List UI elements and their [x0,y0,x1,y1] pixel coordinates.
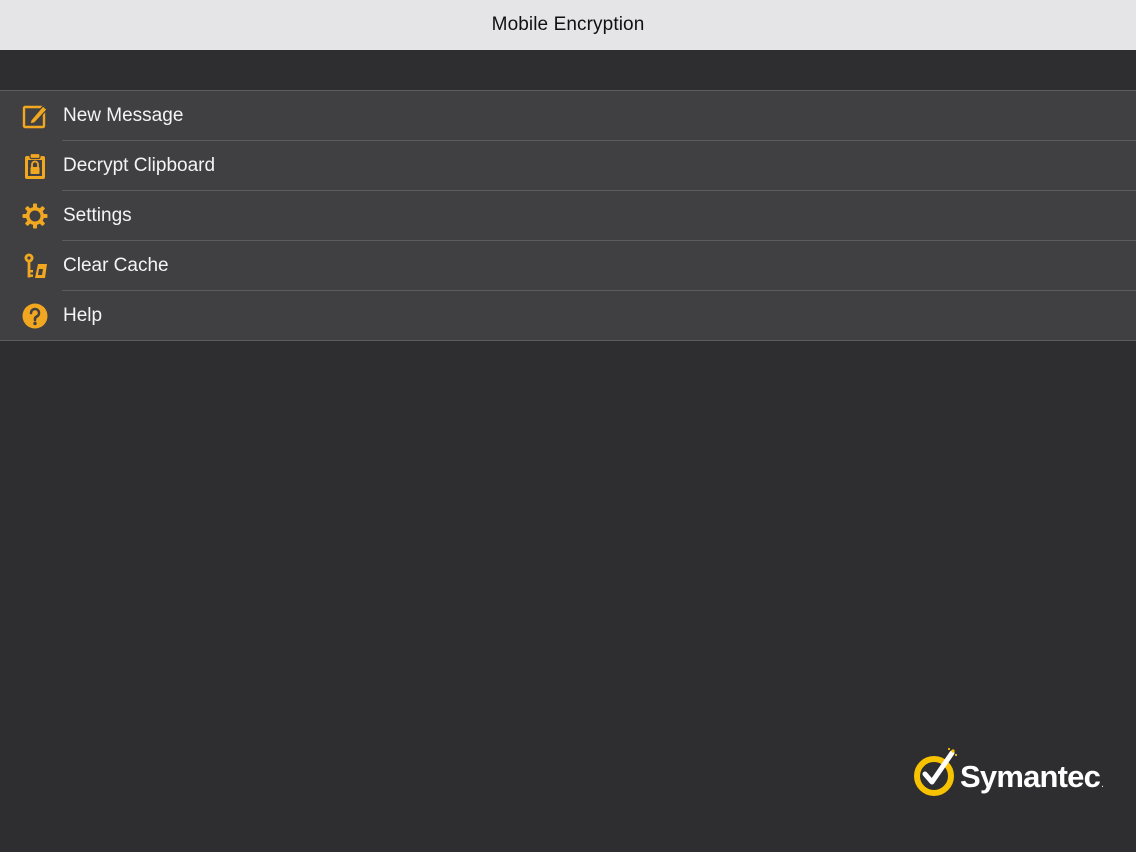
menu-item-label: Decrypt Clipboard [63,154,216,176]
menu-item-label: Clear Cache [63,254,169,276]
page-title: Mobile Encryption [491,14,645,35]
broom-key-icon [21,252,49,280]
menu-item-new-message[interactable]: New Message [0,91,1136,140]
brand-trademark-dot: . [1101,778,1104,790]
menu-item-label: Settings [63,204,132,226]
menu-item-decrypt-clipboard[interactable]: Decrypt Clipboard [0,140,1136,190]
menu-item-label: New Message [63,104,184,126]
compose-icon [21,102,49,130]
menu-item-settings[interactable]: Settings [0,190,1136,240]
menu-item-label: Help [63,304,103,326]
symantec-logo: Symantec . [912,747,1104,804]
menu-item-clear-cache[interactable]: Clear Cache [0,240,1136,290]
menu-item-help[interactable]: Help [0,290,1136,340]
clipboard-lock-icon [21,152,49,180]
brand-name: Symantec [960,759,1101,794]
gear-icon [21,202,49,230]
navigation-bar: Mobile Encryption [0,0,1136,50]
help-icon [21,302,49,330]
main-menu: New Message Decrypt Clipboard Settings C… [0,90,1136,341]
symantec-checkmark-icon [912,747,958,804]
